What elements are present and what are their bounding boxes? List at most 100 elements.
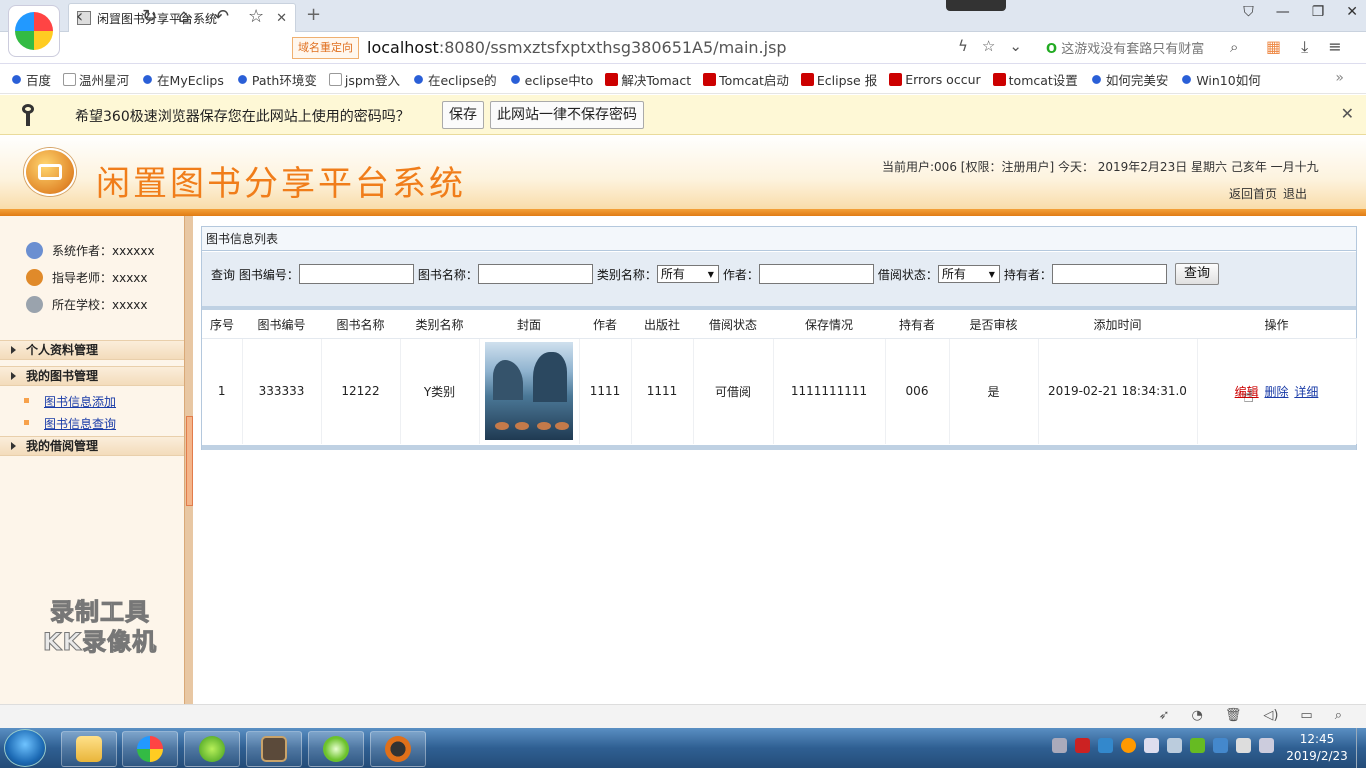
search-icon[interactable]: ⌕: [1230, 38, 1238, 56]
bookmark-item[interactable]: 在MyEclips: [141, 70, 224, 89]
url-field[interactable]: localhost:8080/ssmxztsfxptxthsg380651A5/…: [367, 38, 787, 57]
paw-icon: [141, 72, 155, 86]
bookmark-label: jspm登入: [344, 72, 400, 88]
bookmark-label: Eclipse 报: [816, 72, 878, 88]
minimize-icon[interactable]: —: [1276, 4, 1290, 20]
zoom-icon[interactable]: ⌕: [1335, 708, 1342, 723]
search-box[interactable]: O 这游戏没有套路只有财富: [1046, 38, 1246, 57]
cell-condition: 1111111111: [773, 338, 886, 444]
bookmark-item[interactable]: jspm登入: [328, 70, 400, 89]
query-button[interactable]: 查询: [1174, 263, 1219, 285]
bookmark-item[interactable]: 如何完美安: [1089, 70, 1168, 89]
start-button-icon[interactable]: [4, 729, 46, 767]
logout-link[interactable]: 退出: [1283, 185, 1307, 202]
tab-close-icon[interactable]: ✕: [276, 11, 287, 26]
taskbar-dreamweaver[interactable]: [308, 731, 364, 767]
bookmark-item[interactable]: Path环境变: [235, 70, 317, 89]
speaker-icon[interactable]: [1259, 738, 1274, 753]
category-select[interactable]: 所有: [656, 265, 719, 283]
status-select[interactable]: 所有: [937, 265, 1000, 283]
shirt-icon[interactable]: ⛉: [1243, 4, 1254, 20]
power-icon[interactable]: [1236, 738, 1251, 753]
download-icon[interactable]: ⤓: [1301, 37, 1308, 57]
shield-icon[interactable]: [1098, 738, 1113, 753]
bookmark-item[interactable]: Tomcat启动: [703, 70, 789, 89]
rocket-icon[interactable]: ➶: [1159, 708, 1170, 723]
close-icon[interactable]: ✕: [1346, 4, 1358, 20]
cell-name: 12122: [321, 338, 401, 444]
sidebar-section-borrow[interactable]: 我的借阅管理: [0, 436, 184, 456]
sidebar-item-book-add[interactable]: 图书信息添加: [24, 393, 116, 410]
show-desktop-button[interactable]: [1356, 728, 1366, 768]
password-bar-close-icon[interactable]: ✕: [1341, 104, 1354, 123]
taskbar-javaee-ide[interactable]: [246, 731, 302, 767]
undo-icon[interactable]: ↶: [214, 6, 229, 27]
paw-icon: [411, 72, 425, 86]
sidebar-section-books[interactable]: 我的图书管理: [0, 366, 184, 386]
delete-link[interactable]: 删除: [1264, 385, 1288, 399]
maximize-icon[interactable]: ❐: [1312, 4, 1325, 20]
keyboard-icon[interactable]: [1052, 738, 1067, 753]
recording-indicator: [946, 0, 1006, 11]
taskbar-browser[interactable]: [122, 731, 178, 767]
bookmark-item[interactable]: tomcat设置: [992, 70, 1078, 89]
menu-icon[interactable]: ≡: [1328, 37, 1341, 57]
lightning-icon[interactable]: ϟ: [958, 37, 968, 55]
col-header: 出版社: [631, 312, 693, 339]
trash-icon[interactable]: 🗑: [1225, 708, 1242, 723]
sidebar-section-personal[interactable]: 个人资料管理: [0, 340, 184, 360]
author-input[interactable]: [758, 264, 874, 284]
browser-logo-icon[interactable]: [8, 5, 60, 57]
window-icon[interactable]: ▭: [1300, 708, 1312, 723]
taskbar-explorer[interactable]: [61, 731, 117, 767]
bookmark-item[interactable]: 百度: [10, 70, 51, 89]
favorite-star-icon[interactable]: ☆: [248, 6, 264, 27]
home-link[interactable]: 返回首页: [1229, 185, 1277, 202]
speed-icon[interactable]: ◔: [1191, 708, 1202, 723]
book-name-input[interactable]: [477, 264, 593, 284]
signal-icon[interactable]: [1167, 738, 1182, 753]
bookmarks-more-icon[interactable]: »: [1335, 70, 1344, 86]
forward-icon[interactable]: ›: [110, 6, 117, 27]
taskbar-recorder[interactable]: [370, 731, 426, 767]
360-icon[interactable]: [1121, 738, 1136, 753]
never-save-password-button[interactable]: 此网站一律不保存密码: [490, 101, 644, 129]
apps-grid-icon[interactable]: ▦: [1266, 37, 1281, 57]
detail-link[interactable]: 详细: [1294, 385, 1318, 399]
sidebar-item-book-query[interactable]: 图书信息查询: [24, 415, 116, 432]
sidebar-toggle-handle[interactable]: [186, 416, 193, 506]
book-no-input[interactable]: [298, 264, 414, 284]
wifi-icon[interactable]: [1144, 738, 1159, 753]
taskbar-clock[interactable]: 12:45 2019/2/23: [1282, 731, 1352, 765]
save-password-button[interactable]: 保存: [442, 101, 484, 129]
watermark-line1: 录制工具: [50, 598, 150, 627]
holder-input[interactable]: [1051, 264, 1167, 284]
col-header: 持有者: [885, 312, 949, 339]
taskbar-app-green[interactable]: [184, 731, 240, 767]
antivirus-icon[interactable]: [1075, 738, 1090, 753]
bookmark-label: eclipse中to: [524, 72, 594, 88]
recorder-icon: [385, 736, 411, 762]
bookmark-item[interactable]: eclipse中to: [508, 70, 594, 89]
new-tab-button[interactable]: +: [306, 4, 321, 25]
key-icon: [18, 104, 38, 126]
bookmark-item[interactable]: 解决Tomact: [605, 70, 691, 89]
book-cover-image[interactable]: [485, 342, 573, 441]
cell-status: 可借阅: [693, 338, 774, 444]
nvidia-icon[interactable]: [1190, 738, 1205, 753]
volume-icon[interactable]: ◁): [1263, 708, 1278, 723]
bookmark-item[interactable]: Win10如何: [1180, 70, 1261, 89]
dropdown-icon[interactable]: ⌄: [1009, 37, 1022, 55]
reload-icon[interactable]: ↻: [142, 6, 157, 27]
clock-date: 2019/2/23: [1286, 749, 1348, 763]
bookmark-item[interactable]: Eclipse 报: [800, 70, 878, 89]
redirect-badge[interactable]: 域名重定向: [292, 37, 359, 59]
bookmark-item[interactable]: Errors occur: [889, 72, 981, 87]
bookmark-item[interactable]: 温州星河: [63, 70, 129, 89]
bookmark-star-icon[interactable]: ☆: [982, 37, 995, 55]
paw-icon: [1089, 72, 1103, 86]
back-icon[interactable]: ‹: [76, 6, 83, 27]
bookmark-item[interactable]: 在eclipse的: [411, 70, 497, 89]
input-method-icon[interactable]: [1213, 738, 1228, 753]
home-icon[interactable]: ⌂: [178, 6, 189, 27]
